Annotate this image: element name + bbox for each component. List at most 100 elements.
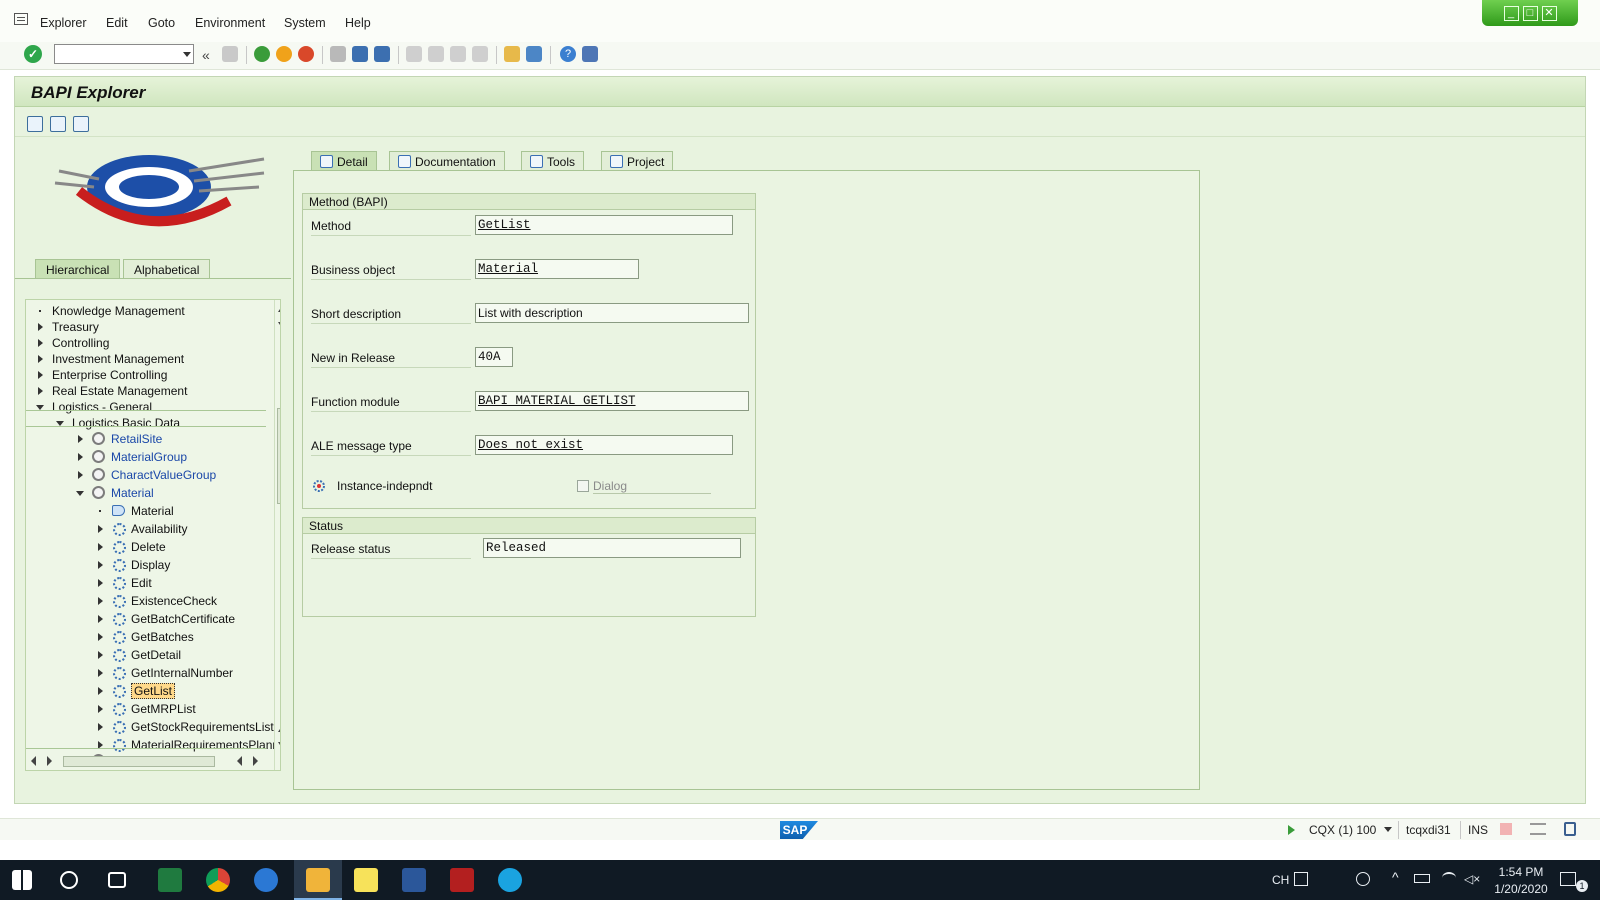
function-module-field[interactable]: BAPI_MATERIAL_GETLIST [475,391,749,411]
chevron-down-icon[interactable] [183,52,191,57]
tree-node[interactable]: Enterprise Controlling [36,366,167,383]
customize-layout-icon[interactable] [582,46,598,62]
clock-date[interactable]: 1/20/2020 [1488,882,1554,896]
tab-detail[interactable]: Detail [311,151,377,171]
back-icon[interactable] [254,46,270,62]
tree-node[interactable]: Logistics - General [36,398,152,415]
maximize-icon[interactable]: □ [1522,5,1538,21]
volume-muted-icon[interactable]: ◁× [1464,872,1480,886]
collapsed-arrow-icon[interactable] [76,470,86,480]
previous-page-icon[interactable] [428,46,444,62]
save-icon[interactable] [222,46,238,62]
find-icon[interactable] [352,46,368,62]
collapse-icon[interactable]: « [202,47,210,63]
collapsed-arrow-icon[interactable] [96,578,106,588]
tree-node[interactable]: Delete [96,538,166,555]
refresh-icon[interactable] [27,116,43,132]
tree-node[interactable]: Knowledge Management [36,302,185,319]
tree-node[interactable]: Edit [96,574,152,591]
sticky-notes-icon[interactable] [354,868,378,892]
tree-node[interactable]: RetailSite [76,430,162,447]
collapsed-arrow-icon[interactable] [96,650,106,660]
notification-icon[interactable] [1560,872,1576,886]
menu-explorer[interactable]: Explorer [40,16,87,30]
find-next-icon[interactable] [374,46,390,62]
last-page-icon[interactable] [472,46,488,62]
next-page-icon[interactable] [450,46,466,62]
help-icon[interactable]: ? [560,46,576,62]
command-field[interactable] [54,44,194,64]
collapsed-arrow-icon[interactable] [96,704,106,714]
menu-goto[interactable]: Goto [148,16,175,30]
wifi-icon[interactable] [1442,872,1456,884]
acrobat-icon[interactable] [450,868,474,892]
tree-node[interactable]: Controlling [36,334,109,351]
tree-node[interactable]: Treasury [36,318,99,335]
scroll-right-icon[interactable] [47,756,52,766]
ale-message-type-field[interactable]: Does not exist [475,435,733,455]
scroll-left-icon[interactable] [31,756,36,766]
menu-system[interactable]: System [284,16,326,30]
tab-alphabetical[interactable]: Alphabetical [123,259,211,279]
print-icon[interactable] [330,46,346,62]
collapsed-arrow-icon[interactable] [96,596,106,606]
menu-icon[interactable] [14,13,28,25]
scroll-down-icon[interactable] [278,742,280,748]
tree-node[interactable]: GetMRPList [96,700,196,717]
cancel-icon[interactable] [298,46,314,62]
tree-node[interactable]: GetStockRequirementsList [96,718,274,735]
scroll-down-icon[interactable] [278,322,280,328]
collapsed-arrow-icon[interactable] [96,632,106,642]
tab-documentation[interactable]: Documentation [389,151,505,171]
method-field[interactable]: GetList [475,215,733,235]
close-icon[interactable]: ✕ [1541,5,1557,21]
collapsed-arrow-icon[interactable] [96,542,106,552]
chevron-up-icon[interactable]: ^ [1392,869,1399,885]
tree-node[interactable]: Logistics Basic Data [56,414,180,431]
business-object-field[interactable]: Material [475,259,639,279]
tree-node[interactable]: GetBatches [96,628,194,645]
tree-horizontal-scrollbar[interactable] [25,753,281,769]
dialog-checkbox[interactable] [577,480,589,492]
collapsed-arrow-icon[interactable] [96,614,106,624]
tree-node[interactable]: Material [76,484,154,501]
word-icon[interactable] [402,868,426,892]
tree-node[interactable]: GetDetail [96,646,181,663]
new-session-icon[interactable] [504,46,520,62]
ie-icon[interactable] [254,868,278,892]
ime-icon[interactable] [1294,872,1308,886]
scroll-up-icon[interactable] [278,306,280,312]
collapsed-arrow-icon[interactable] [76,434,86,444]
tree-node[interactable]: ExistenceCheck [96,592,217,609]
tree-node[interactable]: Investment Management [36,350,184,367]
minimize-icon[interactable]: _ [1503,5,1519,21]
exit-icon[interactable] [276,46,292,62]
new-in-release-field[interactable]: 40A [475,347,513,367]
tree-node[interactable]: MaterialGroup [76,448,187,465]
menu-environment[interactable]: Environment [195,16,265,30]
bapi-tree[interactable]: Knowledge Management Treasury Controlling I… [25,299,281,771]
clock-time[interactable]: 1:54 PM [1492,865,1550,879]
enter-icon[interactable]: ✓ [24,45,42,63]
tree-node[interactable]: CharactValueGroup [76,466,216,483]
menu-help[interactable]: Help [345,16,371,30]
collapsed-arrow-icon[interactable] [36,386,46,396]
scroll-up-icon[interactable] [278,726,280,732]
scroll-right-icon[interactable] [253,756,258,766]
tree-node[interactable]: Material [96,502,174,519]
filter-icon[interactable] [50,116,66,132]
collapsed-arrow-icon[interactable] [76,452,86,462]
short-description-field[interactable]: List with description [475,303,749,323]
collapsed-arrow-icon[interactable] [36,370,46,380]
excel-icon[interactable] [158,868,182,892]
people-icon[interactable] [1356,872,1370,886]
scroll-left-icon[interactable] [237,756,242,766]
first-page-icon[interactable] [406,46,422,62]
collapsed-arrow-icon[interactable] [36,338,46,348]
windows-start-icon[interactable] [12,870,32,890]
skype-icon[interactable] [498,868,522,892]
search-icon[interactable] [60,871,78,889]
tree-node[interactable]: Availability [96,520,187,537]
release-status-field[interactable]: Released [483,538,741,558]
task-view-icon[interactable] [108,872,126,888]
